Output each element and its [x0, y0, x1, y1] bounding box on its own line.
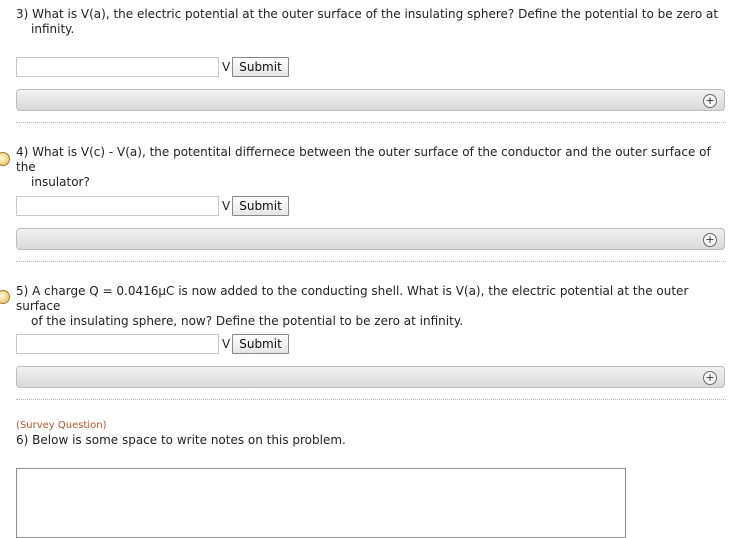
question-4-unit: V [222, 199, 231, 213]
question-5-text: 5) A charge Q = 0.0416μC is now added to… [16, 284, 726, 329]
clock-icon [0, 152, 10, 166]
question-5-answer-input[interactable] [16, 334, 219, 354]
plus-icon[interactable]: + [703, 94, 717, 108]
question-3-unit: V [222, 60, 231, 74]
clock-icon [0, 290, 10, 304]
survey-tag: (Survey Question) [16, 420, 107, 431]
question-4-text: 4) What is V(c) - V(a), the potentital d… [16, 145, 726, 190]
question-4-answer-input[interactable] [16, 196, 219, 216]
question-5-hint-bar[interactable]: + [16, 366, 725, 388]
question-4-submit-button[interactable]: Submit [232, 196, 289, 216]
question-3-hint-bar[interactable]: + [16, 89, 725, 111]
question-5-line2: of the insulating sphere, now? Define th… [31, 314, 464, 328]
question-5-number: 5) [16, 284, 29, 298]
notes-textarea[interactable] [16, 468, 626, 538]
separator [16, 122, 726, 123]
question-6-number: 6) [16, 433, 29, 447]
question-4-line2: insulator? [31, 175, 90, 189]
question-4-line1: What is V(c) - V(a), the potentital diff… [16, 145, 711, 174]
separator [16, 261, 726, 262]
question-5-submit-button[interactable]: Submit [232, 334, 289, 354]
plus-icon[interactable]: + [703, 233, 717, 247]
plus-icon[interactable]: + [703, 371, 717, 385]
question-4-hint-bar[interactable]: + [16, 228, 725, 250]
question-4-answer-row: V Submit [16, 195, 289, 217]
question-3-submit-button[interactable]: Submit [232, 57, 289, 77]
question-6-text: 6) Below is some space to write notes on… [16, 433, 346, 447]
question-6-body: Below is some space to write notes on th… [32, 433, 346, 447]
question-4-number: 4) [16, 145, 29, 159]
question-5-line1: A charge Q = 0.0416μC is now added to th… [16, 284, 689, 313]
question-5-unit: V [222, 337, 231, 351]
question-3-text: 3) What is V(a), the electric potential … [16, 7, 726, 37]
question-3-number: 3) [16, 7, 29, 21]
question-3-answer-input[interactable] [16, 57, 219, 77]
question-3-line1: What is V(a), the electric potential at … [32, 7, 719, 21]
question-3-line2: infinity. [31, 22, 75, 36]
separator [16, 399, 726, 400]
question-3-answer-row: V Submit [16, 56, 289, 78]
question-5-answer-row: V Submit [16, 333, 289, 355]
